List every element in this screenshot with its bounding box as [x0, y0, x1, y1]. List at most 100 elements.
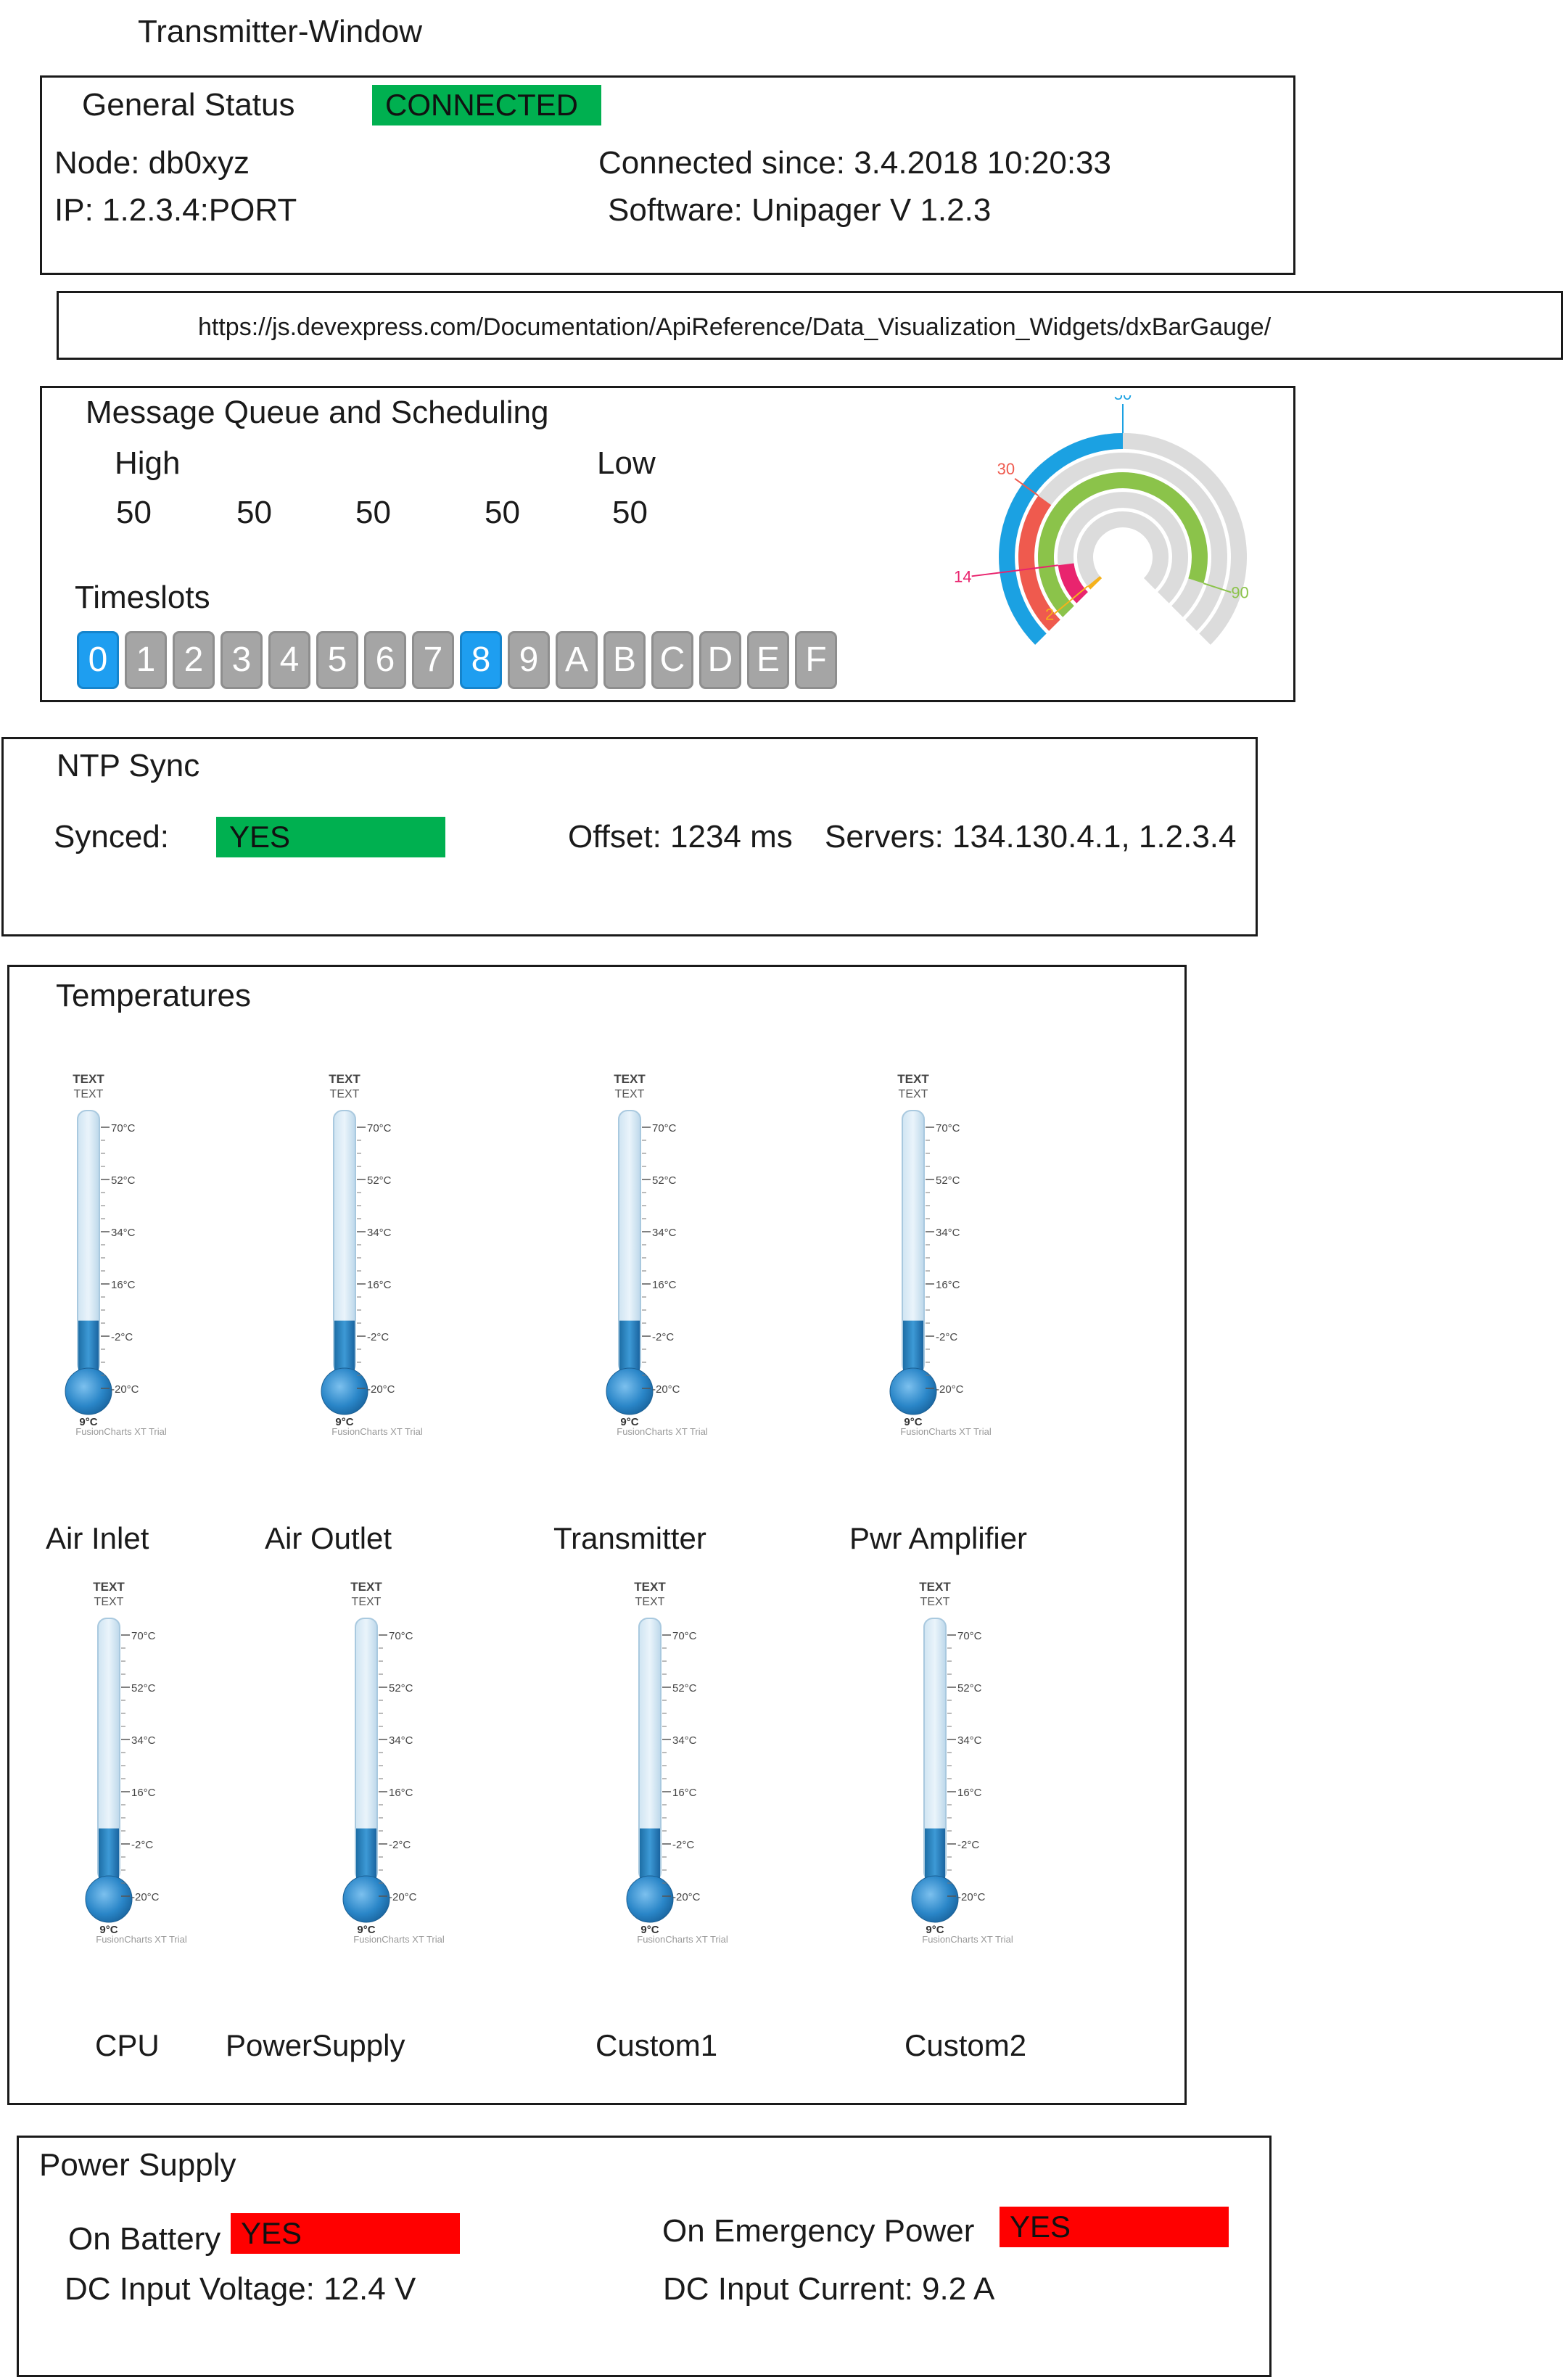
- thermometer-tick-label: 34°C: [111, 1227, 136, 1239]
- general-status-heading: General Status: [82, 87, 295, 123]
- message-queue-heading: Message Queue and Scheduling: [86, 395, 549, 430]
- timeslot-button-8[interactable]: 8: [460, 631, 502, 689]
- thermometer-subcaption: TEXT: [94, 1596, 124, 1608]
- timeslot-button-3[interactable]: 3: [221, 631, 263, 689]
- timeslot-button-b[interactable]: B: [603, 631, 646, 689]
- software-version-label: Software: Unipager V 1.2.3: [608, 192, 992, 228]
- thermometer-tick-label: 70°C: [111, 1122, 136, 1135]
- thermometer-caption: TEXT: [919, 1580, 951, 1594]
- thermometer-subcaption: TEXT: [330, 1088, 360, 1100]
- thermometer-tick-label: 70°C: [652, 1122, 677, 1135]
- thermometer-tick-label: 16°C: [131, 1787, 156, 1799]
- emergency-power-badge: YES: [1000, 2207, 1229, 2247]
- thermometer-caption: TEXT: [634, 1580, 666, 1594]
- thermometer-caption: TEXT: [93, 1580, 125, 1594]
- priority-low-label: Low: [597, 445, 656, 481]
- thermometer-tick-label: 16°C: [367, 1279, 392, 1291]
- thermometer-gauge: TEXT TEXT 70°C 52°C 34°C 16°C -2°C -20°C 9°C Fusi…: [594, 1068, 754, 1438]
- thermometer-watermark: FusionCharts XT Trial: [617, 1426, 708, 1437]
- ntp-servers-label: Servers: 134.130.4.1, 1.2.3.4: [825, 819, 1237, 855]
- thermometer-tick-label: 16°C: [936, 1279, 960, 1291]
- thermometer-caption: TEXT: [350, 1580, 382, 1594]
- queue-value: 50: [355, 495, 391, 530]
- timeslot-button-a[interactable]: A: [556, 631, 598, 689]
- timeslots-label: Timeslots: [75, 580, 210, 615]
- sensor-name-label: Pwr Amplifier: [849, 1521, 1028, 1555]
- timeslot-button-1[interactable]: 1: [125, 631, 167, 689]
- dc-voltage-label: DC Input Voltage: 12.4 V: [65, 2271, 416, 2307]
- connection-status-badge: CONNECTED: [372, 85, 601, 125]
- thermometer-tick-label: 34°C: [131, 1734, 156, 1747]
- thermometer-gauge: TEXT TEXT 70°C 52°C 34°C 16°C -2°C -20°C 9°C Fusi…: [309, 1068, 469, 1438]
- timeslot-button-f[interactable]: F: [795, 631, 837, 689]
- thermometer-tick-label: 34°C: [957, 1734, 982, 1747]
- thermometer-tick-label: -2°C: [936, 1331, 957, 1343]
- thermometer-tick-label: 52°C: [957, 1682, 982, 1695]
- queue-value: 50: [612, 495, 648, 530]
- power-supply-panel: Power Supply On Battery YES On Emergency…: [17, 2136, 1272, 2377]
- reference-url-box: https://js.devexpress.com/Documentation/…: [57, 291, 1563, 360]
- gauge-value-label: 14: [954, 567, 971, 585]
- thermometer-tick-label: 52°C: [672, 1682, 697, 1695]
- thermometer-tick-label: 16°C: [389, 1787, 413, 1799]
- thermometer-tick-label: 70°C: [367, 1122, 392, 1135]
- node-label: Node: db0xyz: [54, 145, 250, 181]
- queue-value: 50: [485, 495, 520, 530]
- thermometer-tick-label: 16°C: [957, 1787, 982, 1799]
- timeslot-button-6[interactable]: 6: [364, 631, 406, 689]
- timeslot-button-5[interactable]: 5: [316, 631, 358, 689]
- message-bar-gauge: 50 30 90 14 2: [954, 395, 1249, 645]
- thermometer-gauge: TEXT TEXT 70°C 52°C 34°C 16°C -2°C -20°C 9°C Fusi…: [614, 1576, 774, 1946]
- sensor-name-label: Custom2: [904, 2028, 1027, 2062]
- timeslot-button-d[interactable]: D: [699, 631, 741, 689]
- thermometer-tick-label: -20°C: [131, 1891, 160, 1903]
- ntp-synced-badge: YES: [216, 817, 445, 857]
- timeslot-button-7[interactable]: 7: [412, 631, 454, 689]
- thermometer-tick-label: 70°C: [389, 1630, 413, 1642]
- thermometer-tick-label: 70°C: [957, 1630, 982, 1642]
- thermometer-tick-label: 52°C: [131, 1682, 156, 1695]
- thermometer-caption: TEXT: [897, 1072, 929, 1086]
- thermometer-tick-label: 52°C: [367, 1174, 392, 1187]
- thermometer-gauge: TEXT TEXT 70°C 52°C 34°C 16°C -2°C -20°C 9°C Fusi…: [878, 1068, 1037, 1438]
- thermometer-gauge: TEXT TEXT 70°C 52°C 34°C 16°C -2°C -20°C 9°C Fusi…: [331, 1576, 490, 1946]
- thermometer-tick-label: -20°C: [389, 1891, 417, 1903]
- thermometer-subcaption: TEXT: [352, 1596, 382, 1608]
- window-title: Transmitter-Window: [138, 14, 422, 49]
- timeslot-button-e[interactable]: E: [747, 631, 789, 689]
- thermometer-subcaption: TEXT: [615, 1088, 645, 1100]
- thermometer-tick-label: -2°C: [367, 1331, 389, 1343]
- thermometer-tick-label: -20°C: [957, 1891, 986, 1903]
- thermometer-tick-label: 34°C: [672, 1734, 697, 1747]
- timeslot-button-9[interactable]: 9: [508, 631, 550, 689]
- queue-value: 50: [236, 495, 272, 530]
- thermometer-tick-label: 70°C: [672, 1630, 697, 1642]
- sensor-name-label: CPU: [95, 2028, 160, 2062]
- thermometer-gauge: TEXT TEXT 70°C 52°C 34°C 16°C -2°C -20°C 9°C Fusi…: [899, 1576, 1059, 1946]
- thermometer-caption: TEXT: [329, 1072, 360, 1086]
- reference-url-link[interactable]: https://js.devexpress.com/Documentation/…: [198, 315, 1271, 339]
- thermometer-tick-label: -2°C: [389, 1839, 411, 1851]
- temperatures-heading: Temperatures: [56, 978, 252, 1013]
- thermometer-tick-label: 52°C: [652, 1174, 677, 1187]
- timeslot-button-0[interactable]: 0: [77, 631, 119, 689]
- thermometer-tick-label: 34°C: [936, 1227, 960, 1239]
- thermometer-tick-label: -2°C: [111, 1331, 133, 1343]
- timeslot-button-2[interactable]: 2: [173, 631, 215, 689]
- dc-current-label: DC Input Current: 9.2 A: [663, 2271, 995, 2307]
- timeslot-button-c[interactable]: C: [651, 631, 693, 689]
- thermometer-tick-label: 16°C: [652, 1279, 677, 1291]
- thermometer-watermark: FusionCharts XT Trial: [75, 1426, 167, 1437]
- thermometer-subcaption: TEXT: [635, 1596, 665, 1608]
- thermometer-tick-label: -2°C: [131, 1839, 153, 1851]
- timeslot-button-4[interactable]: 4: [268, 631, 310, 689]
- gauge-bar: [1087, 576, 1103, 590]
- priority-high-label: High: [115, 445, 181, 481]
- gauge-value-label: 30: [997, 460, 1015, 478]
- ntp-sync-panel: NTP Sync Synced: YES Offset: 1234 ms Ser…: [1, 737, 1258, 936]
- thermometer-watermark: FusionCharts XT Trial: [637, 1934, 728, 1945]
- thermometer-tick-label: -20°C: [111, 1383, 139, 1396]
- thermometer-tick-label: -20°C: [672, 1891, 701, 1903]
- sensor-name-label: Air Outlet: [265, 1521, 392, 1555]
- sensor-name-label: PowerSupply: [226, 2028, 405, 2062]
